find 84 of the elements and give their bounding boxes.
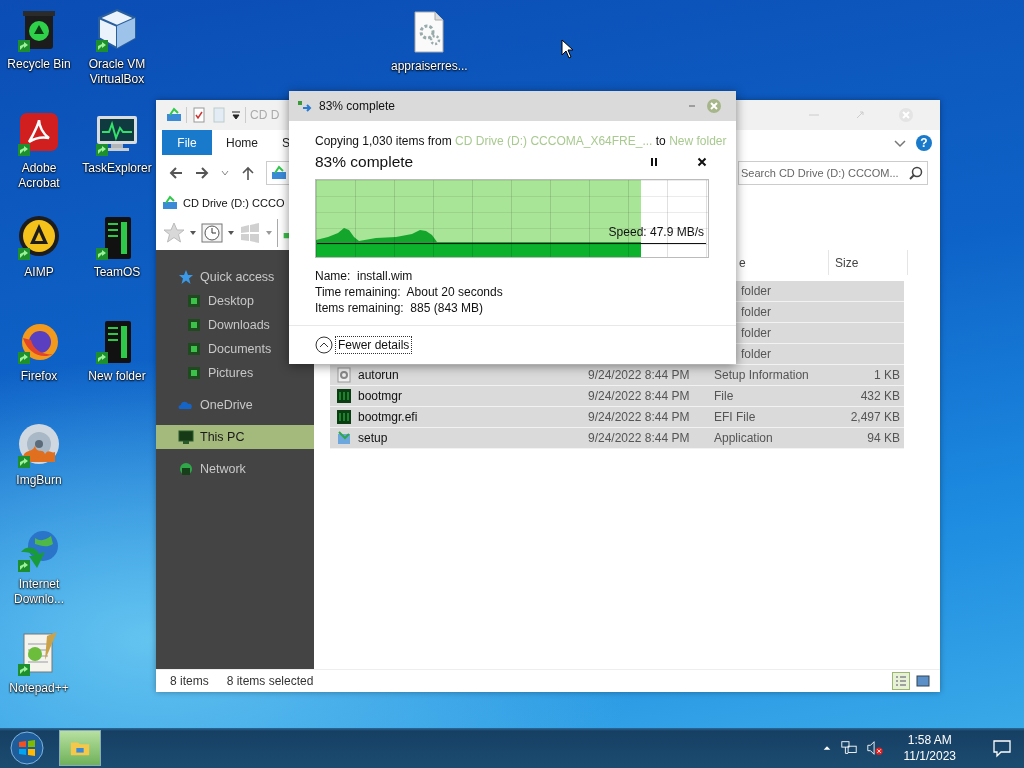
desktop-shortcut[interactable]: Adobe Acrobat [0,110,78,191]
column-header[interactable]: Size [828,250,908,275]
size-cell: 432 KB [860,389,900,403]
file-row[interactable]: bootmgr 9/24/2022 8:44 PM File 432 KB [330,386,904,407]
close-icon[interactable] [696,156,708,168]
drive-icon [166,107,182,123]
system-file-icon [336,388,352,404]
size-cell: 2,497 KB [850,410,900,424]
dialog-title: 83% complete [319,99,396,113]
checklist-icon[interactable] [191,107,207,123]
search-icon [908,164,924,181]
network-icon [178,461,194,477]
date-cell: 9/24/2022 8:44 PM [588,368,690,382]
thumbnail-view-icon[interactable] [914,672,932,690]
detail-line: Time remaining: About 20 seconds [315,284,504,300]
monitor-icon [178,429,194,445]
back-icon[interactable] [168,164,184,181]
clock[interactable]: 1:58 AM 11/1/2023 [897,732,962,764]
item-count: 8 items [170,674,209,688]
file-name: bootmgr [358,389,403,403]
pause-icon[interactable] [648,156,660,168]
network-icon[interactable] [839,739,858,757]
file-name: setup [358,431,388,445]
desktop-shortcut[interactable]: ImgBurn [0,422,78,488]
detail-line: Name: install.wim [315,268,414,284]
desktop-file[interactable]: appraiserres... [389,8,469,74]
file-row[interactable]: setup 9/24/2022 8:44 PM Application 94 KB [330,428,904,449]
start-button[interactable] [9,730,45,766]
file-row[interactable]: autorun 9/24/2022 8:44 PM Setup Information 1 KB [330,365,904,386]
detail-line: Items remaining: 885 (843 MB) [315,300,485,316]
type-cell: folder [741,284,772,298]
chevron-up-icon [315,336,333,354]
size-cell: 1 KB [874,368,900,382]
window-title: CD D [250,108,280,122]
caret-icon[interactable] [231,110,241,120]
folder-icon [186,317,202,333]
folder-icon [186,341,202,357]
desktop-shortcut[interactable]: TeamOS [78,214,156,280]
drive-icon [271,164,287,181]
desktop-shortcut[interactable]: Firefox [0,318,78,384]
type-cell: folder [741,305,772,319]
desktop-shortcut[interactable]: Recycle Bin [0,6,78,72]
folder-icon [186,293,202,309]
file-name: bootmgr.efi [358,410,418,424]
speed-label: Speed: 47.9 MB/s [608,225,704,239]
clock-icon[interactable] [200,220,224,245]
nav-item[interactable]: This PC [156,425,314,449]
installer-icon [336,430,352,446]
nav-item[interactable]: Network [156,457,314,481]
forward-icon[interactable] [194,164,210,181]
selection-count: 8 items selected [226,674,314,688]
size-cell: 94 KB [867,431,900,445]
date-cell: 9/24/2022 8:44 PM [588,431,690,445]
location-label: CD Drive (D:) CCCO [183,196,285,209]
notification-icon[interactable] [992,738,1012,758]
drive-icon [162,194,178,211]
date-cell: 9/24/2022 8:44 PM [588,389,690,403]
desktop-shortcut[interactable]: TaskExplorer [78,110,156,176]
desktop-shortcut[interactable]: Oracle VM VirtualBox [78,6,156,87]
file-row[interactable]: bootmgr.efi 9/24/2022 8:44 PM EFI File 2,497 KB [330,407,904,428]
fewer-details-button[interactable]: Fewer details [315,336,412,354]
cursor-icon [561,39,573,59]
folder-icon [186,365,202,381]
type-cell: File [714,389,734,403]
desktop-shortcut[interactable]: New folder [78,318,156,384]
up-icon[interactable] [240,164,256,181]
date-cell: 9/24/2022 8:44 PM [588,410,690,424]
search-field[interactable]: Search CD Drive (D:) CCCOM... [738,160,928,185]
progress-heading: 83% complete [315,153,414,171]
system-file-icon [336,409,352,425]
type-cell: Application [714,431,773,445]
star-icon [178,269,194,285]
type-cell: folder [741,326,772,340]
type-cell: folder [741,347,772,361]
type-cell: Setup Information [714,368,809,382]
nav-item[interactable]: OneDrive [156,393,314,417]
gear-file-icon [336,367,352,383]
copy-icon [297,98,313,114]
speaker-muted-icon[interactable] [865,739,884,757]
star-icon[interactable] [162,220,186,245]
type-cell: EFI File [714,410,756,424]
file-name: autorun [358,368,399,382]
help-button[interactable]: ? [916,134,932,151]
desktop-shortcut[interactable]: AIMP [0,214,78,280]
